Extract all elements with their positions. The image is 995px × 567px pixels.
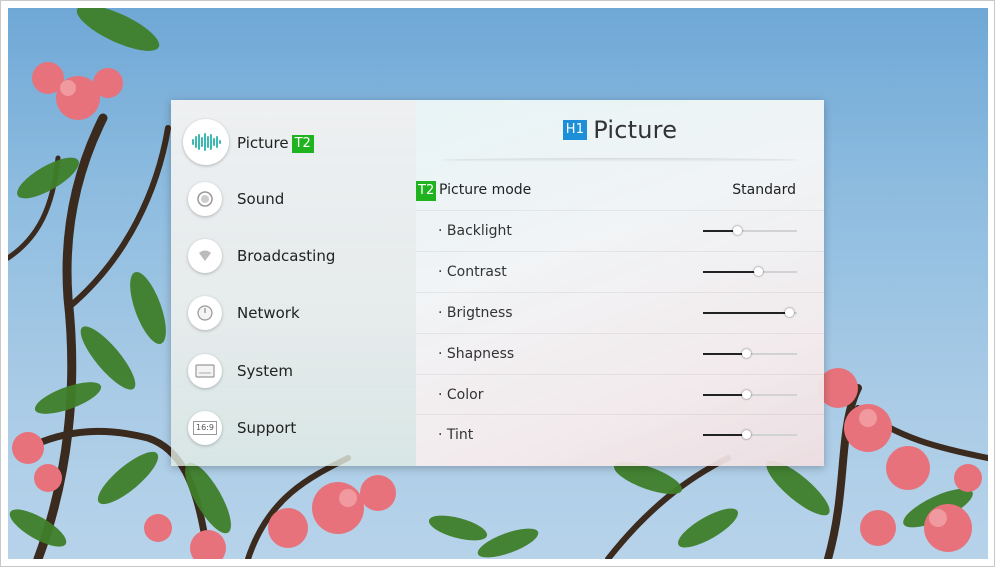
menu-label-system: System	[237, 362, 293, 380]
picture-mode-value: Standard	[732, 182, 796, 198]
tag-badge: T2	[291, 135, 314, 153]
menu-item-network[interactable]: Network	[171, 289, 416, 337]
setting-row-backlight[interactable]: · Backlight	[416, 210, 824, 251]
menu-item-picture[interactable]: Picture T2	[171, 118, 416, 166]
sharpness-slider[interactable]	[703, 349, 797, 358]
screenshot-frame: Picture T2 Sound Broadcasting Network Sy…	[0, 0, 995, 567]
waveform-icon	[183, 119, 229, 165]
color-slider[interactable]	[703, 390, 797, 399]
menu-label-picture: Picture T2	[237, 134, 314, 153]
broadcast-icon	[188, 239, 222, 273]
system-icon	[188, 354, 222, 388]
picture-mode-row[interactable]: T2 Picture mode Standard	[416, 179, 824, 203]
slider-fill	[703, 271, 758, 273]
setting-label: · Shapness	[438, 346, 515, 362]
slider-fill	[703, 230, 737, 232]
page-title: H1 Picture	[416, 116, 824, 144]
slider-fill	[703, 434, 747, 436]
settings-panel: Picture T2 Sound Broadcasting Network Sy…	[171, 100, 824, 466]
setting-label: · Backlight	[438, 223, 512, 239]
title-divider	[441, 158, 799, 162]
slider-fill	[703, 353, 747, 355]
picture-mode-label: Picture mode	[439, 182, 532, 198]
setting-row-sharpness[interactable]: · Shapness	[416, 333, 824, 374]
setting-label: · Tint	[438, 427, 474, 443]
menu-label-support: Support	[237, 419, 297, 437]
setting-label: · Contrast	[438, 264, 507, 280]
title-badge: H1	[562, 120, 588, 140]
menu-item-system[interactable]: System	[171, 347, 416, 395]
support-icon: 16:9	[188, 411, 222, 445]
support-icon-text: 16:9	[193, 421, 217, 435]
slider-knob[interactable]	[732, 226, 742, 235]
setting-row-tint[interactable]: · Tint	[416, 414, 824, 455]
setting-row-color[interactable]: · Color	[416, 374, 824, 415]
menu-label-sound: Sound	[237, 190, 285, 208]
setting-row-brightness[interactable]: · Brigtness	[416, 292, 824, 333]
setting-row-contrast[interactable]: · Contrast	[416, 251, 824, 292]
menu-item-support[interactable]: 16:9 Support	[171, 404, 416, 452]
backlight-slider[interactable]	[703, 226, 797, 235]
settings-menu: Picture T2 Sound Broadcasting Network Sy…	[171, 100, 416, 466]
menu-item-broadcasting[interactable]: Broadcasting	[171, 232, 416, 280]
tint-slider[interactable]	[703, 430, 797, 439]
slider-knob[interactable]	[784, 308, 794, 317]
menu-label-network: Network	[237, 304, 300, 322]
contrast-slider[interactable]	[703, 267, 797, 276]
slider-knob[interactable]	[742, 349, 752, 358]
slider-fill	[703, 394, 747, 396]
setting-label: · Brigtness	[438, 305, 513, 321]
brightness-slider[interactable]	[703, 308, 797, 317]
slider-knob[interactable]	[742, 430, 752, 439]
slider-knob[interactable]	[753, 267, 763, 276]
network-icon	[188, 296, 222, 330]
speaker-icon	[188, 182, 222, 216]
slider-fill	[703, 312, 789, 314]
mode-badge: T2	[416, 181, 437, 201]
menu-item-sound[interactable]: Sound	[171, 175, 416, 223]
menu-label-broadcasting: Broadcasting	[237, 247, 336, 265]
picture-settings-pane: H1 Picture T2 Picture mode Standard · Bac…	[416, 100, 824, 466]
slider-knob[interactable]	[742, 390, 752, 399]
setting-label: · Color	[438, 387, 484, 403]
